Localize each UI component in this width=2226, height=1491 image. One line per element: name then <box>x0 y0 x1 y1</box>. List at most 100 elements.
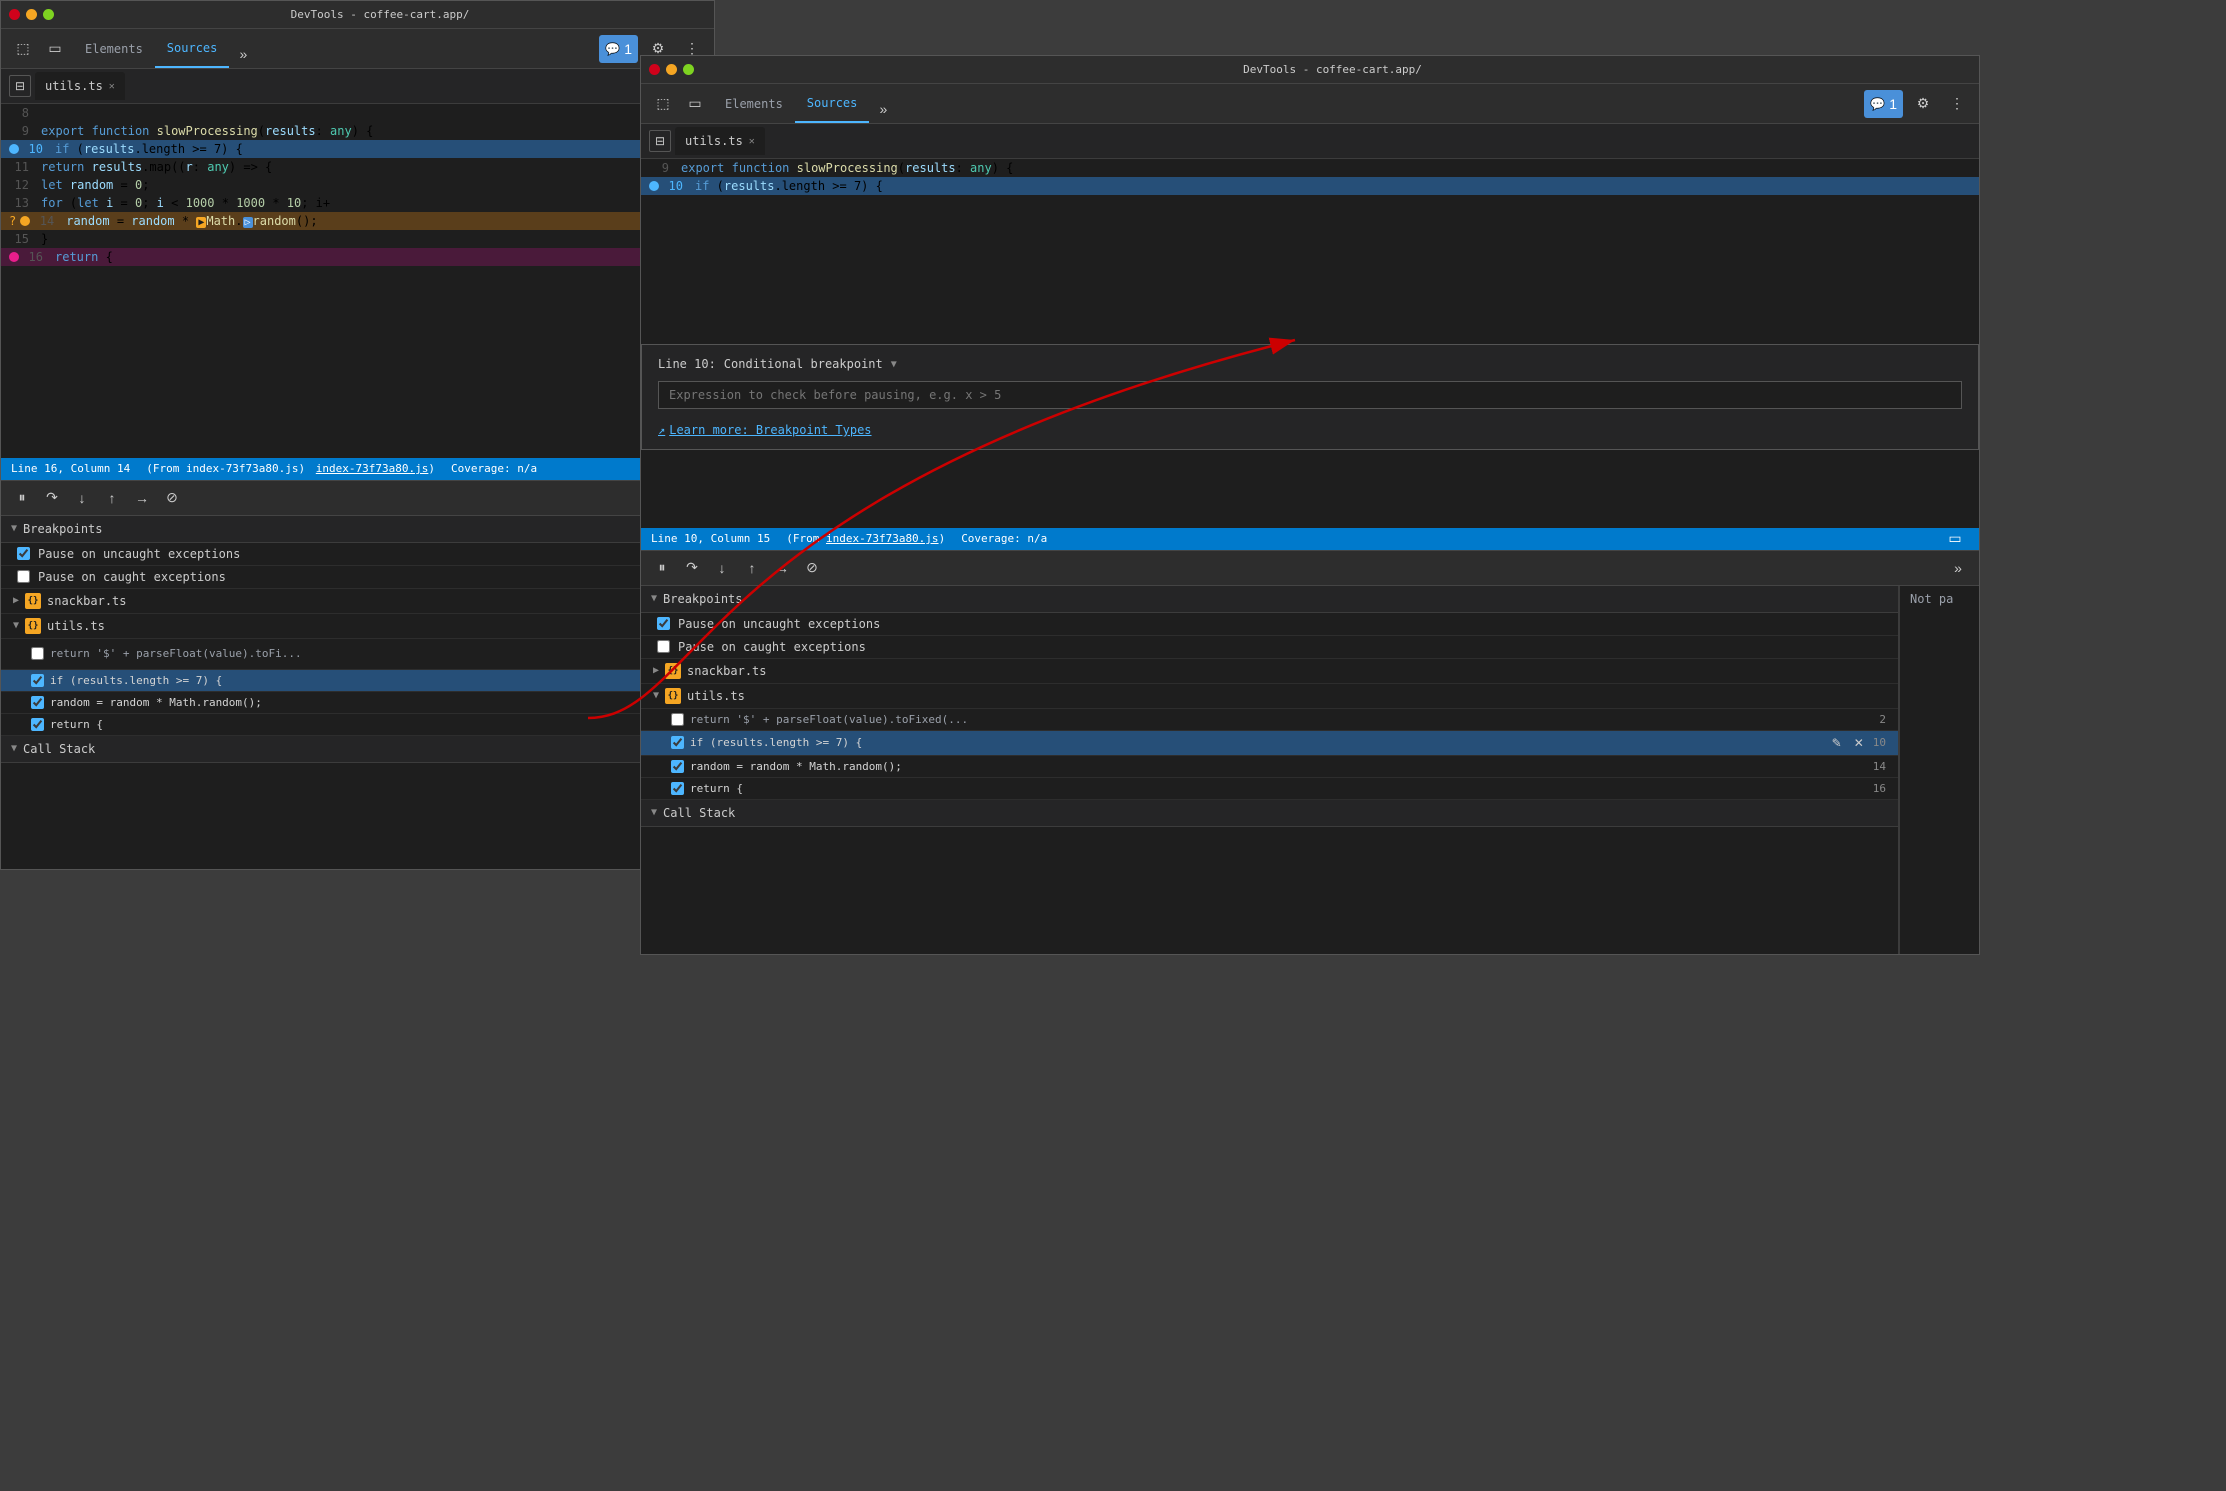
tab-elements-left[interactable]: Elements <box>73 29 155 68</box>
pause-resume-btn-right[interactable]: ⏸ <box>649 555 675 581</box>
more-tabs-btn-right[interactable]: » <box>869 95 897 123</box>
snackbar-file-icon-left: {} <box>25 593 41 609</box>
continue-btn-right[interactable]: → <box>769 555 795 581</box>
file-tab-utils-left[interactable]: utils.ts ✕ <box>35 72 125 100</box>
inspect-element-btn[interactable]: ⬚ <box>9 35 37 63</box>
deactivate-bp-btn-right[interactable]: ⊘ <box>799 555 825 581</box>
file-tab-close-left[interactable]: ✕ <box>109 81 115 92</box>
right-debug-toolbar: ⏸ ↷ ↓ ↑ → ⊘ » <box>641 550 1979 586</box>
more-menu-btn-right[interactable]: ⋮ <box>1943 90 1971 118</box>
left-debug-toolbar: ⏸ ↷ ↓ ↑ → ⊘ <box>1 480 714 516</box>
step-out-btn-left[interactable]: ↑ <box>99 485 125 511</box>
code-line-16: 16 return { <box>1 248 714 266</box>
bp-item-2-delete-right[interactable]: ✕ <box>1851 735 1867 751</box>
step-over-btn-right[interactable]: ↷ <box>679 555 705 581</box>
bp-item-4-left[interactable]: return { 16 <box>1 714 714 736</box>
step-over-btn-left[interactable]: ↷ <box>39 485 65 511</box>
left-devtools-window: DevTools - coffee-cart.app/ ⬚ ▭ Elements… <box>0 0 715 870</box>
pause-uncaught-checkbox-left[interactable] <box>17 547 30 560</box>
source-link-left[interactable]: index-73f73a80.js <box>316 462 429 475</box>
expand-utils-left: ▼ <box>13 620 19 631</box>
call-stack-section-header-left[interactable]: ▼ Call Stack <box>1 736 714 763</box>
utils-file-icon-right: {} <box>665 688 681 704</box>
bp-item-3-checkbox-left[interactable] <box>31 696 44 709</box>
left-bottom-panel: ▼ Breakpoints Pause on uncaught exceptio… <box>1 516 714 870</box>
bp-item-4-checkbox-left[interactable] <box>31 718 44 731</box>
notifications-btn-right[interactable]: 💬 1 <box>1864 90 1903 118</box>
inspect-element-btn-right[interactable]: ⬚ <box>649 90 677 118</box>
pause-uncaught-checkbox-right[interactable] <box>657 617 670 630</box>
left-title-bar: DevTools - coffee-cart.app/ <box>1 1 714 29</box>
step-into-btn-left[interactable]: ↓ <box>69 485 95 511</box>
more-tabs-btn-left[interactable]: » <box>229 40 257 68</box>
tab-sources-left[interactable]: Sources <box>155 29 230 68</box>
left-maximize-btn[interactable] <box>43 9 54 20</box>
breakpoints-section-header-right[interactable]: ▼ Breakpoints <box>641 586 1898 613</box>
sidebar-toggle-right[interactable]: ⊟ <box>649 130 671 152</box>
source-link-right[interactable]: index-73f73a80.js <box>826 532 939 545</box>
right-maximize-btn[interactable] <box>683 64 694 75</box>
bp-file-utils-right[interactable]: ▼ {} utils.ts <box>641 684 1898 709</box>
bp-item-3-left[interactable]: random = random * Math.random(); 14 <box>1 692 714 714</box>
tab-elements-right[interactable]: Elements <box>713 84 795 123</box>
left-file-tab-bar: ⊟ utils.ts ✕ <box>1 69 714 104</box>
bp-item-2-edit-right[interactable]: ✎ <box>1829 735 1845 751</box>
popup-dropdown-arrow[interactable]: ▼ <box>891 359 897 370</box>
notifications-btn-left[interactable]: 💬 1 <box>599 35 638 63</box>
bp-item-3-checkbox-right[interactable] <box>671 760 684 773</box>
device-toggle-btn[interactable]: ▭ <box>41 35 69 63</box>
pause-caught-row-right: Pause on caught exceptions <box>641 636 1898 659</box>
expand-debug-btn[interactable]: » <box>1945 555 1971 581</box>
step-out-btn-right[interactable]: ↑ <box>739 555 765 581</box>
code-line-9: 9 export function slowProcessing(results… <box>1 122 714 140</box>
more-debug-btn: » <box>1945 555 1971 581</box>
bp-item-4-right[interactable]: return { 16 <box>641 778 1898 800</box>
pause-uncaught-row-right: Pause on uncaught exceptions <box>641 613 1898 636</box>
left-code-area: 8 9 export function slowProcessing(resul… <box>1 104 714 458</box>
right-minimize-btn[interactable] <box>666 64 677 75</box>
conditional-expression-input[interactable] <box>658 381 1962 407</box>
settings-btn-right[interactable]: ⚙ <box>1909 90 1937 118</box>
right-code-line-9: 9 export function slowProcessing(results… <box>641 159 1979 177</box>
left-minimize-btn[interactable] <box>26 9 37 20</box>
file-tab-close-right[interactable]: ✕ <box>749 136 755 147</box>
bp-item-1-checkbox-right[interactable] <box>671 713 684 726</box>
device-toggle-btn-right[interactable]: ▭ <box>681 90 709 118</box>
bp-item-1-right[interactable]: return '$' + parseFloat(value).toFixed(.… <box>641 709 1898 731</box>
bp-item-1-left[interactable]: return '$' + parseFloat(value).toFi... ✎… <box>1 639 714 670</box>
code-line-13: 13 for (let i = 0; i < 1000 * 1000 * 10;… <box>1 194 714 212</box>
bp-item-1-checkbox-left[interactable] <box>31 647 44 660</box>
code-line-14: ? 14 random = random * ▶Math.▷random(); <box>1 212 714 230</box>
left-window-controls <box>9 9 54 20</box>
deactivate-bp-btn-left[interactable]: ⊘ <box>159 485 185 511</box>
code-line-11: 11 return results.map((r: any) => { <box>1 158 714 176</box>
pause-caught-row-left: Pause on caught exceptions <box>1 566 714 589</box>
bp-item-2-checkbox-left[interactable] <box>31 674 44 687</box>
right-status-bar: Line 10, Column 15 (From index-73f73a80.… <box>641 528 1979 550</box>
file-tab-utils-right[interactable]: utils.ts ✕ <box>675 127 765 155</box>
call-stack-section-header-right[interactable]: ▼ Call Stack <box>641 800 1898 827</box>
toggle-coverage-btn[interactable]: ▭ <box>1941 525 1969 553</box>
bp-item-4-checkbox-right[interactable] <box>671 782 684 795</box>
bp-item-2-right[interactable]: if (results.length >= 7) { ✎ ✕ 10 <box>641 731 1898 756</box>
pause-resume-btn-left[interactable]: ⏸ <box>9 485 35 511</box>
bp-file-utils-left[interactable]: ▼ {} utils.ts <box>1 614 714 639</box>
sidebar-toggle-left[interactable]: ⊟ <box>9 75 31 97</box>
breakpoint-dot-14 <box>20 216 30 226</box>
bp-item-2-checkbox-right[interactable] <box>671 736 684 749</box>
pause-caught-checkbox-right[interactable] <box>657 640 670 653</box>
bp-file-snackbar-left[interactable]: ▶ {} snackbar.ts <box>1 589 714 614</box>
bp-item-3-right[interactable]: random = random * Math.random(); 14 <box>641 756 1898 778</box>
breakpoints-section-header-left[interactable]: ▼ Breakpoints <box>1 516 714 543</box>
right-devtools-window: DevTools - coffee-cart.app/ ⬚ ▭ Elements… <box>640 55 1980 955</box>
right-close-btn[interactable] <box>649 64 660 75</box>
bp-item-2-left[interactable]: if (results.length >= 7) { 10 <box>1 670 714 692</box>
tab-sources-right[interactable]: Sources <box>795 84 870 123</box>
left-close-btn[interactable] <box>9 9 20 20</box>
bp-file-snackbar-right[interactable]: ▶ {} snackbar.ts <box>641 659 1898 684</box>
right-code-line-10: 10 if (results.length >= 7) { <box>641 177 1979 195</box>
continue-btn-left[interactable]: → <box>129 485 155 511</box>
pause-caught-checkbox-left[interactable] <box>17 570 30 583</box>
expand-utils-right: ▼ <box>653 690 659 701</box>
step-into-btn-right[interactable]: ↓ <box>709 555 735 581</box>
